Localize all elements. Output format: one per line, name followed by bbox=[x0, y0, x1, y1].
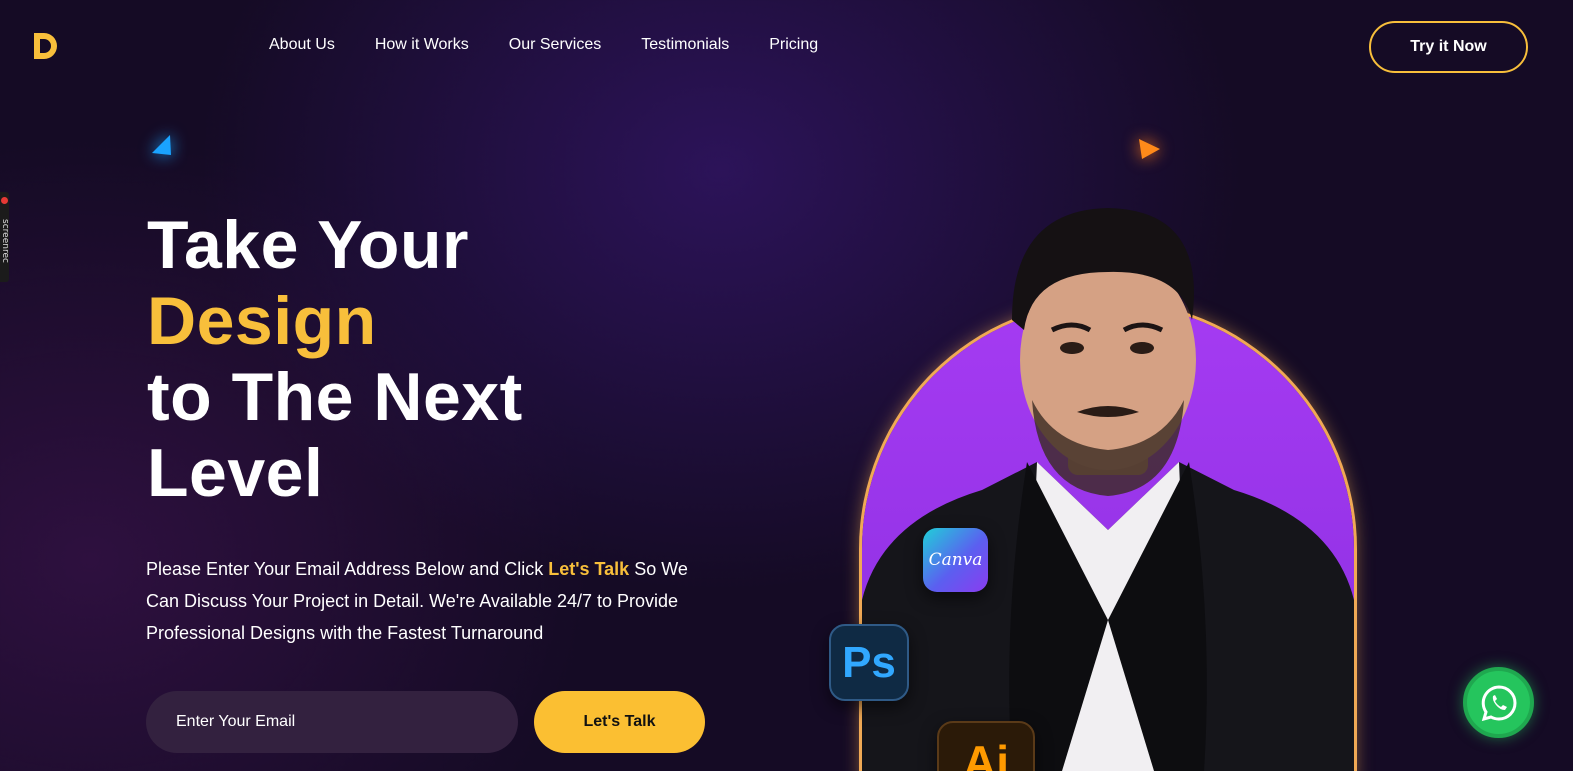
lets-talk-button[interactable]: Let's Talk bbox=[534, 691, 705, 753]
headline-line-3: to The Next bbox=[147, 359, 523, 435]
main-nav: About Us How it Works Our Services Testi… bbox=[269, 36, 818, 54]
canva-icon: Canva bbox=[923, 528, 988, 592]
headline-line-1: Take Your bbox=[147, 207, 469, 283]
designer-portrait bbox=[862, 208, 1354, 771]
whatsapp-icon bbox=[1481, 684, 1516, 721]
nav-link-our-services[interactable]: Our Services bbox=[509, 36, 601, 54]
screen-recorder-label: screenrec bbox=[0, 219, 9, 263]
photoshop-icon: Ps bbox=[829, 624, 909, 701]
try-it-now-button[interactable]: Try it Now bbox=[1369, 21, 1528, 73]
description-text-before: Please Enter Your Email Address Below an… bbox=[146, 559, 549, 579]
nav-link-pricing[interactable]: Pricing bbox=[769, 36, 818, 54]
headline-accent-word: Design bbox=[147, 283, 377, 359]
nav-link-about-us[interactable]: About Us bbox=[269, 36, 335, 54]
headline-line-4: Level bbox=[147, 435, 324, 511]
record-dot-icon bbox=[1, 197, 8, 204]
hero-description: Please Enter Your Email Address Below an… bbox=[146, 553, 706, 649]
email-input[interactable] bbox=[146, 691, 518, 753]
blue-triangle-decoration bbox=[152, 135, 171, 155]
brand-logo[interactable] bbox=[30, 30, 62, 62]
description-highlight: Let's Talk bbox=[548, 559, 630, 579]
nav-link-how-it-works[interactable]: How it Works bbox=[375, 36, 469, 54]
screen-recorder-tab[interactable]: screenrec bbox=[0, 192, 9, 282]
orange-triangle-decoration bbox=[1139, 139, 1160, 159]
nav-link-testimonials[interactable]: Testimonials bbox=[641, 36, 729, 54]
hero-headline: Take Your Design to The Next Level bbox=[147, 207, 523, 511]
illustrator-icon: Ai bbox=[937, 721, 1035, 771]
whatsapp-button[interactable] bbox=[1463, 667, 1534, 738]
